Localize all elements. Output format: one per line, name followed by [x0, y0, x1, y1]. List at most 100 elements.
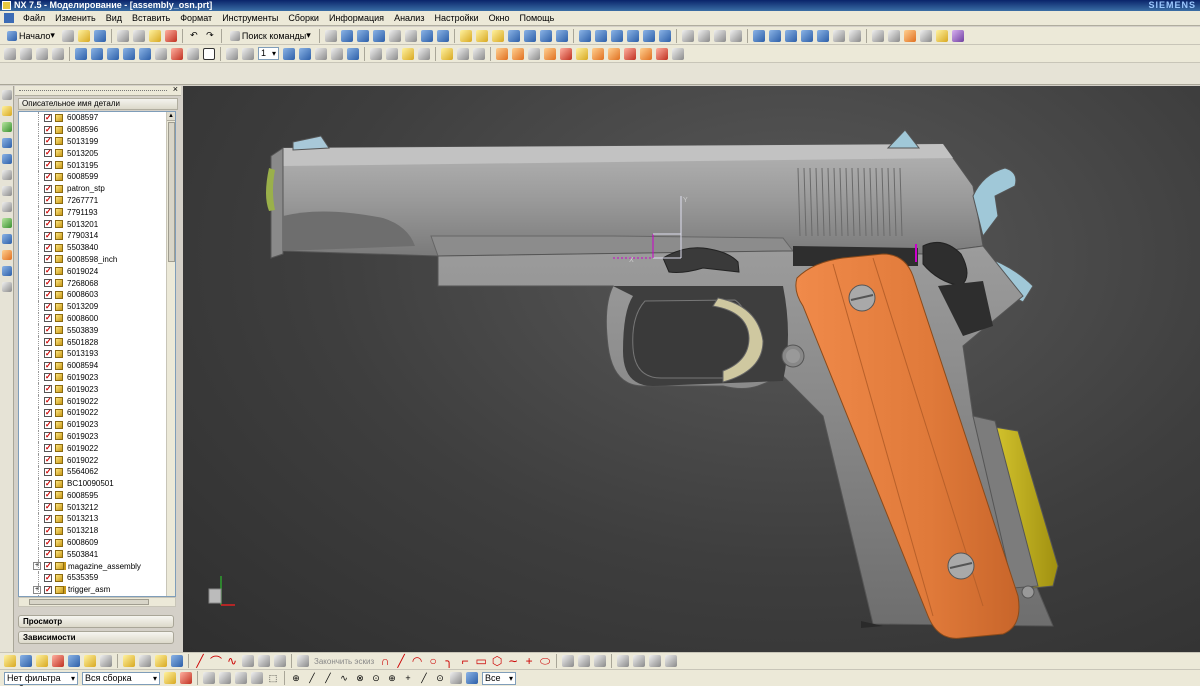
auto-constrain-icon[interactable] [632, 654, 646, 669]
part-name-column-header[interactable]: Описательное имя детали [18, 98, 178, 110]
tree-row-part[interactable]: ✓ 6008595 [19, 489, 175, 502]
tree-row-part[interactable]: ✓ 5013193 [19, 347, 175, 360]
work-layer-dropdown[interactable]: 1 [258, 47, 280, 60]
texture-icon[interactable] [559, 46, 573, 61]
start-button[interactable]: Начало ▾ [3, 28, 59, 43]
scroll-thumb[interactable] [168, 122, 175, 262]
menu-assemblies[interactable]: Сборки [283, 11, 324, 26]
dimension-icon[interactable] [170, 654, 184, 669]
visibility-checkbox[interactable]: ✓ [44, 338, 52, 347]
boss-icon[interactable] [404, 28, 418, 43]
visibility-checkbox[interactable]: ✓ [44, 432, 52, 441]
visibility-checkbox[interactable]: ✓ [44, 444, 52, 453]
pad-icon[interactable] [436, 28, 450, 43]
edit-scene-icon[interactable] [639, 46, 653, 61]
system-scenes-icon[interactable] [2, 266, 12, 276]
extend-icon[interactable] [257, 654, 271, 669]
sew-icon[interactable] [681, 28, 695, 43]
shaded-icon[interactable] [90, 46, 104, 61]
arc-center-icon[interactable] [465, 671, 479, 686]
panel-grip[interactable] [19, 90, 167, 92]
studio-icon[interactable] [154, 46, 168, 61]
menu-format[interactable]: Формат [175, 11, 217, 26]
datum-plane-icon[interactable] [340, 28, 354, 43]
mid-point-icon[interactable]: ╱ [321, 671, 335, 686]
menu-file[interactable]: Файл [18, 11, 50, 26]
sketch-line-icon[interactable]: ╱ [394, 654, 408, 669]
thicken-icon[interactable] [658, 28, 672, 43]
rectangle-icon[interactable]: ▭ [474, 654, 488, 669]
visibility-checkbox[interactable]: ✓ [44, 172, 52, 181]
tree-row-part[interactable]: ✓ 6535359 [19, 572, 175, 584]
select-icon[interactable] [19, 654, 33, 669]
tree-row-part[interactable]: ✓ 5564062 [19, 465, 175, 478]
visibility-checkbox[interactable]: ✓ [44, 550, 52, 559]
menu-app-icon[interactable] [4, 13, 14, 23]
visibility-checkbox[interactable]: ✓ [44, 503, 52, 512]
add-component-icon[interactable] [871, 28, 885, 43]
extrude-icon[interactable] [356, 28, 370, 43]
type-filter-dropdown[interactable]: Нет фильтра выб [4, 671, 78, 686]
tree-row-part[interactable]: ✓ 6008598_inch [19, 253, 175, 266]
visibility-checkbox[interactable]: ✓ [44, 255, 52, 264]
hide-icon[interactable] [385, 46, 399, 61]
studio-surface-icon[interactable] [832, 28, 846, 43]
tree-row-part[interactable]: ✓ 6019023 [19, 383, 175, 396]
n-sided-surface-icon[interactable] [816, 28, 830, 43]
copy-icon[interactable] [132, 28, 146, 43]
tree-row-part[interactable]: ✓ 6019024 [19, 265, 175, 278]
surface-through-curves-icon[interactable] [752, 28, 766, 43]
true-shading-icon[interactable] [623, 46, 637, 61]
wcs-rotate-icon[interactable] [346, 46, 360, 61]
tree-row-part[interactable]: ✓ 6008609 [19, 536, 175, 549]
show-hide-icon[interactable] [369, 46, 383, 61]
spline-icon[interactable] [122, 654, 136, 669]
snap-enable-icon[interactable]: ⊕ [289, 671, 303, 686]
shaded-with-edges-icon[interactable] [74, 46, 88, 61]
fit-view-icon[interactable] [3, 46, 17, 61]
partial-shading-icon[interactable] [186, 46, 200, 61]
visibility-checkbox[interactable]: ✓ [44, 585, 52, 594]
explode-view-icon[interactable] [919, 28, 933, 43]
tree-row-part[interactable]: ✓ 5013205 [19, 147, 175, 160]
tree-row-part[interactable]: ✓ 5013195 [19, 159, 175, 171]
finish-icon[interactable] [3, 654, 17, 669]
menu-window[interactable]: Окно [484, 11, 515, 26]
wcs-dynamic-icon[interactable] [314, 46, 328, 61]
tree-row-part[interactable]: ✓ 6019022 [19, 442, 175, 455]
line-icon[interactable]: ╱ [193, 654, 207, 669]
expand-toggle-icon[interactable]: + [33, 562, 41, 571]
reference-set-icon[interactable] [951, 28, 965, 43]
general-selection-icon[interactable] [179, 671, 193, 686]
tree-row-part[interactable]: ✓ 6008596 [19, 123, 175, 136]
palettes-icon[interactable] [2, 282, 12, 292]
preview-section-header[interactable]: Просмотр [18, 615, 174, 628]
make-corner-icon[interactable] [593, 654, 607, 669]
feature-rule-icon[interactable] [234, 671, 248, 686]
expand-toggle-icon[interactable]: + [33, 585, 41, 594]
wave-link-icon[interactable] [935, 28, 949, 43]
command-search-button[interactable]: Поиск команды ▾ [226, 28, 315, 43]
manufacturing-wizard-icon[interactable] [2, 234, 12, 244]
swept-icon[interactable] [768, 28, 782, 43]
visibility-checkbox[interactable]: ✓ [44, 149, 52, 158]
show-constraints-icon[interactable] [648, 654, 662, 669]
lasso-icon[interactable] [250, 671, 264, 686]
sketch-spline-icon[interactable]: ∼ [506, 654, 520, 669]
render-icon[interactable] [591, 46, 605, 61]
polygon-icon[interactable]: ⬡ [490, 654, 504, 669]
visibility-checkbox[interactable]: ✓ [44, 184, 52, 193]
copy-to-layer-icon[interactable] [298, 46, 312, 61]
constraint-icon[interactable] [903, 28, 917, 43]
existing-point-icon[interactable]: + [401, 671, 415, 686]
visibility-checkbox[interactable]: ✓ [44, 267, 52, 276]
hd3d-tools-icon[interactable] [2, 154, 12, 164]
system-materials-icon[interactable] [2, 202, 12, 212]
finish-sketch-label[interactable]: Закончить эскиз [314, 657, 374, 666]
clip-section-icon[interactable] [225, 46, 239, 61]
tree-row-part[interactable]: ✓ 5013212 [19, 501, 175, 514]
visibility-checkbox[interactable]: ✓ [44, 456, 52, 464]
measure-body-icon[interactable] [472, 46, 486, 61]
tree-row-part[interactable]: ✓ 6008603 [19, 288, 175, 301]
wcs-origin-icon[interactable] [330, 46, 344, 61]
